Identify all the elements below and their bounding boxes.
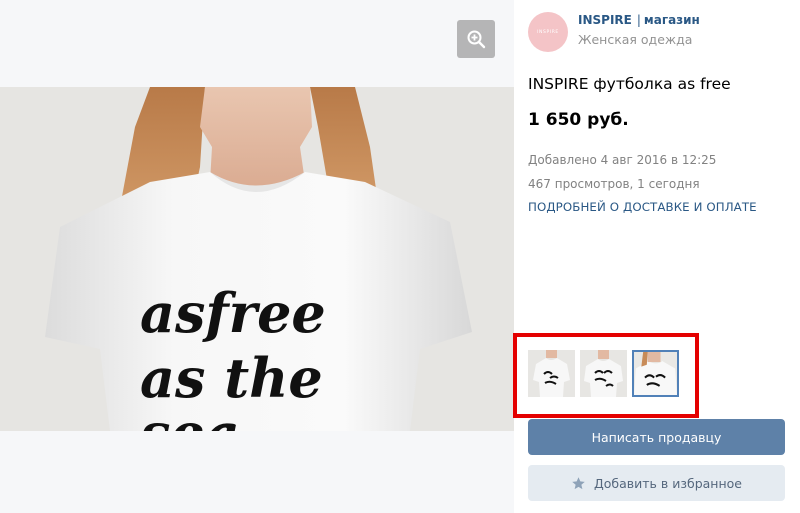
contact-seller-button[interactable]: Написать продавцу — [528, 419, 785, 455]
star-icon — [571, 476, 586, 491]
tshirt-photo-illustration: asfree as the sea — [0, 87, 514, 431]
shop-name-separator: | — [636, 13, 641, 27]
add-to-favorites-button[interactable]: Добавить в избранное — [528, 465, 785, 501]
product-title: INSPIRE футболка as free — [528, 75, 731, 93]
product-photo-viewer: asfree as the sea — [0, 0, 514, 513]
main-product-photo[interactable]: asfree as the sea — [0, 87, 514, 431]
shop-avatar[interactable]: INSPIRE — [528, 12, 568, 52]
zoom-in-icon — [467, 30, 486, 49]
thumbnails-highlight-box — [513, 333, 699, 418]
added-date: Добавлено 4 авг 2016 в 12:25 — [528, 153, 717, 167]
product-info-panel: INSPIRE INSPIRE | магазин Женская одежда I… — [513, 0, 800, 513]
view-count: 467 просмотров, 1 сегодня — [528, 177, 700, 191]
zoom-button[interactable] — [457, 20, 495, 58]
shop-type-link[interactable]: магазин — [644, 13, 700, 27]
shirt-print-line-1: asfree — [140, 281, 326, 345]
delivery-info-link[interactable]: ПОДРОБНЕЙ О ДОСТАВКЕ И ОПЛАТЕ — [528, 200, 757, 214]
add-to-favorites-label: Добавить в избранное — [594, 475, 742, 491]
shop-category: Женская одежда — [578, 32, 693, 47]
product-price: 1 650 руб. — [528, 110, 629, 130]
shop-avatar-logo-text: INSPIRE — [537, 29, 559, 35]
shirt-print-line-3: sea — [139, 401, 240, 431]
shop-name[interactable]: INSPIRE — [578, 13, 632, 27]
shop-name-link[interactable]: INSPIRE | магазин — [578, 13, 700, 27]
